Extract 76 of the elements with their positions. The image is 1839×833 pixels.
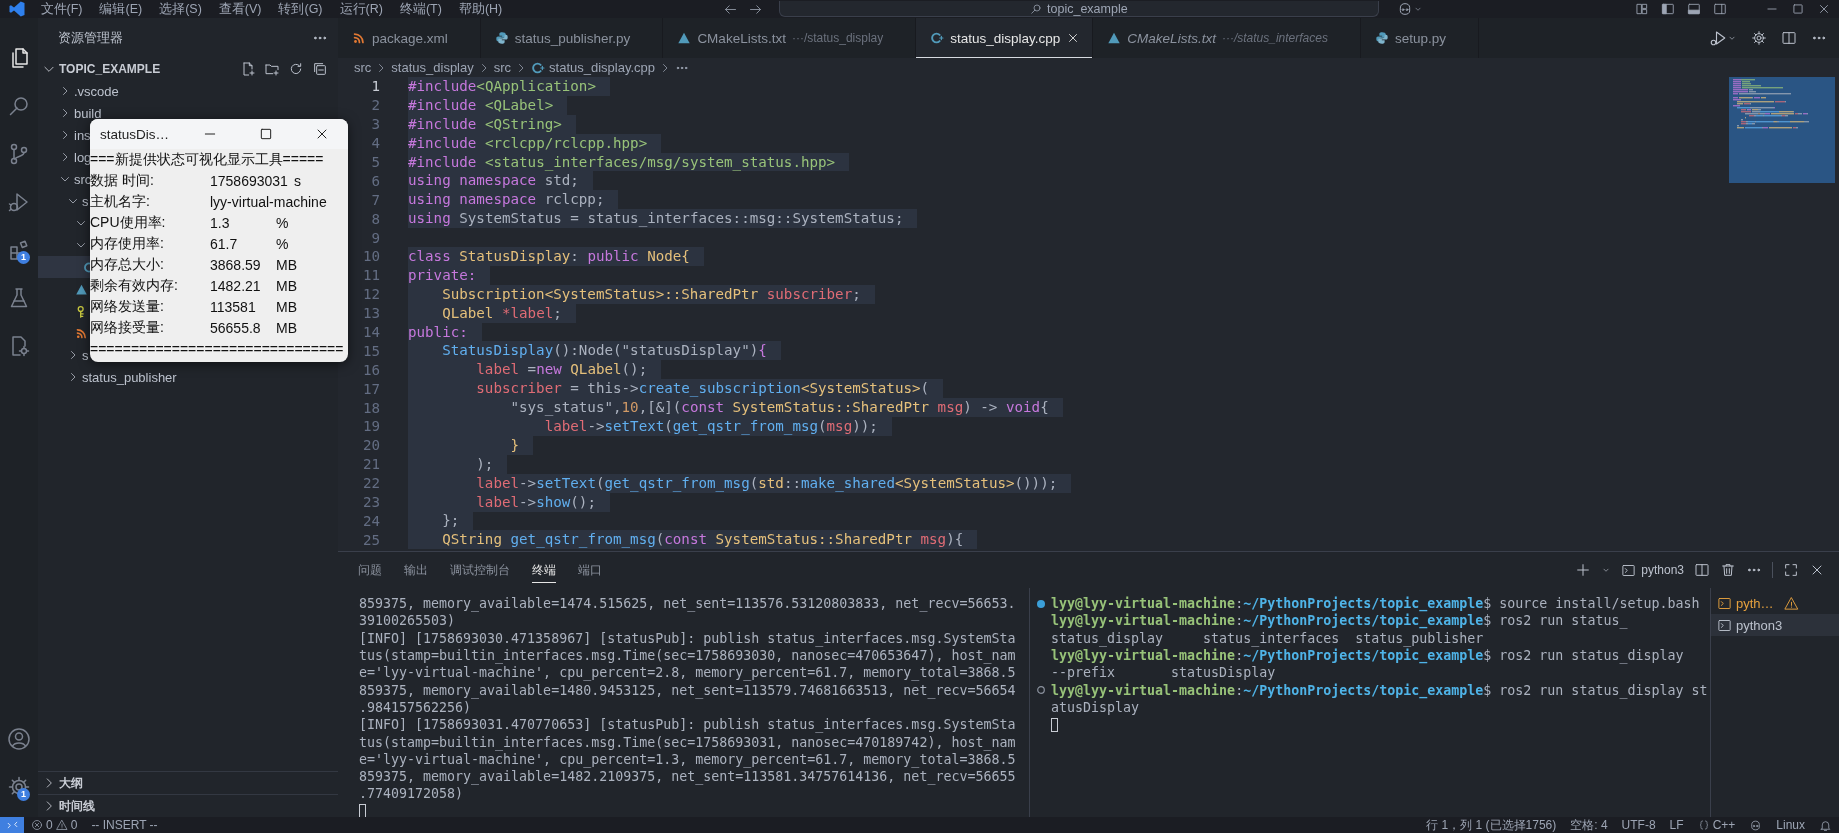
terminal-line: .984157562256) xyxy=(359,699,472,715)
status-header: ===新提供状态可视化显示工具===== xyxy=(90,150,324,169)
status-unit: % xyxy=(276,235,289,252)
line-number: 12 xyxy=(361,286,380,303)
line-number: 3 xyxy=(370,116,380,133)
line-number: 6 xyxy=(370,172,380,189)
line-number: 10 xyxy=(361,248,380,265)
status-label: 内存使用率: xyxy=(90,234,165,253)
terminal-line: [INFO] [1758693030.471358967] [statusPub]: publish status_interfaces.msg.SystemSta xyxy=(359,630,1016,646)
status-label: 数据 时间: xyxy=(90,171,155,190)
status-value: 61.7 xyxy=(210,235,239,252)
terminal-line: 859375, memory_available=1482.2109375, net_sent=113581.34757614136, net_recv=56655 xyxy=(359,769,1016,785)
line-number: 20 xyxy=(361,437,380,454)
sidebar-title: 资源管理器 xyxy=(58,29,123,47)
status-label: 网络发送量: xyxy=(90,297,165,316)
status-unit: % xyxy=(276,214,289,231)
status-value: 56655.8 xyxy=(210,319,262,336)
terminal-line: lyy@lyy-virtual-machine:~/PythonProjects/topic_example$ ros2 run status_display st xyxy=(1051,682,1708,698)
line-number: 19 xyxy=(361,418,380,435)
line-number: 14 xyxy=(361,324,380,340)
notification-badge: 1 xyxy=(17,788,30,801)
terminal-line: --prefix statusDisplay xyxy=(1051,665,1276,681)
line-number: 4 xyxy=(370,135,380,152)
window-title: statusDis… xyxy=(100,126,171,142)
status-value: lyy-virtual-machine xyxy=(210,193,328,210)
line-number: 11 xyxy=(361,267,380,284)
terminal-line: 859375, memory_available=1480.9453125, net_sent=113579.74681663513, net_recv=56654 xyxy=(359,682,1016,698)
status-value: 1482.21 xyxy=(210,277,262,294)
terminal-line: e='lyy-virtual-machine', cpu_percent=1.3, memory_percent=61.7, memory_total=3868.5 xyxy=(359,751,1016,767)
status-label: 网络接受量: xyxy=(90,318,165,337)
status-unit: MB xyxy=(276,319,297,336)
status-label: CPU使用率: xyxy=(90,213,167,232)
line-number: 16 xyxy=(361,361,380,378)
status-label: 内存总大小: xyxy=(90,255,165,274)
line-number: 17 xyxy=(361,380,380,397)
line-number: 25 xyxy=(361,531,380,548)
terminal-line: e='lyy-virtual-machine', cpu_percent=2.8, memory_percent=61.7, memory_total=3868.5 xyxy=(359,665,1016,681)
terminal-line: .77409172058) xyxy=(359,786,464,802)
notification-badge: 1 xyxy=(17,251,30,264)
line-number: 7 xyxy=(370,191,380,208)
terminal-line: lyy@lyy-virtual-machine:~/PythonProjects/topic_example$ source install/setup.bash xyxy=(1051,596,1700,612)
vim-mode: -- INSERT -- xyxy=(90,817,159,833)
status-unit: MB xyxy=(276,298,297,315)
terminal-line: 39100265503) xyxy=(359,613,456,629)
line-number: 5 xyxy=(370,154,380,170)
tab-description: ···/status_display xyxy=(791,31,884,45)
line-number: 21 xyxy=(361,456,380,473)
status-label: 主机名字: xyxy=(90,192,151,211)
line-number: 13 xyxy=(361,305,380,322)
tab-description: ···/status_interfaces xyxy=(1221,31,1328,45)
terminal-line: [INFO] [1758693031.470770653] [statusPub]: publish status_interfaces.msg.SystemSta xyxy=(359,717,1016,733)
status-value: 1758693031 xyxy=(210,172,289,189)
line-number: 9 xyxy=(370,229,380,246)
status-value: 113581 xyxy=(210,298,257,315)
status-value: 1.3 xyxy=(210,214,231,231)
line-number: 1 xyxy=(370,78,380,95)
terminal-line: 859375, memory_available=1474.515625, net_sent=113576.53120803833, net_recv=56653. xyxy=(359,596,1016,612)
status-label: 剩余有效内存: xyxy=(90,276,179,295)
terminal-line: lyy@lyy-virtual-machine:~/PythonProjects/topic_example$ ros2 run status_ xyxy=(1051,613,1628,629)
status-unit: MB xyxy=(276,256,297,273)
status-footer: =============================== xyxy=(90,340,344,357)
status-value: 3868.59 xyxy=(210,256,262,273)
terminal-line: tus(stamp=builtin_interfaces.msg.Time(sec=1758693031, nanosec=470189742), host_nam xyxy=(359,734,1016,750)
terminal-line: status_display status_interfaces status_publisher xyxy=(1051,630,1484,646)
line-number: 18 xyxy=(361,399,380,416)
line-number: 22 xyxy=(361,475,380,492)
status-unit: s xyxy=(293,172,301,189)
line-number: 2 xyxy=(370,97,380,114)
line-number: 15 xyxy=(361,342,380,359)
line-number: 23 xyxy=(361,494,380,511)
status-unit: MB xyxy=(276,277,297,294)
terminal-line: lyy@lyy-virtual-machine:~/PythonProjects/topic_example$ ros2 run status_display xyxy=(1051,648,1684,664)
terminal-line: atusDisplay xyxy=(1051,699,1140,715)
line-number: 8 xyxy=(370,210,380,227)
terminal-line: tus(stamp=builtin_interfaces.msg.Time(sec=1758693030, nanosec=470653647), host_nam xyxy=(359,648,1016,664)
line-number: 24 xyxy=(361,512,380,529)
